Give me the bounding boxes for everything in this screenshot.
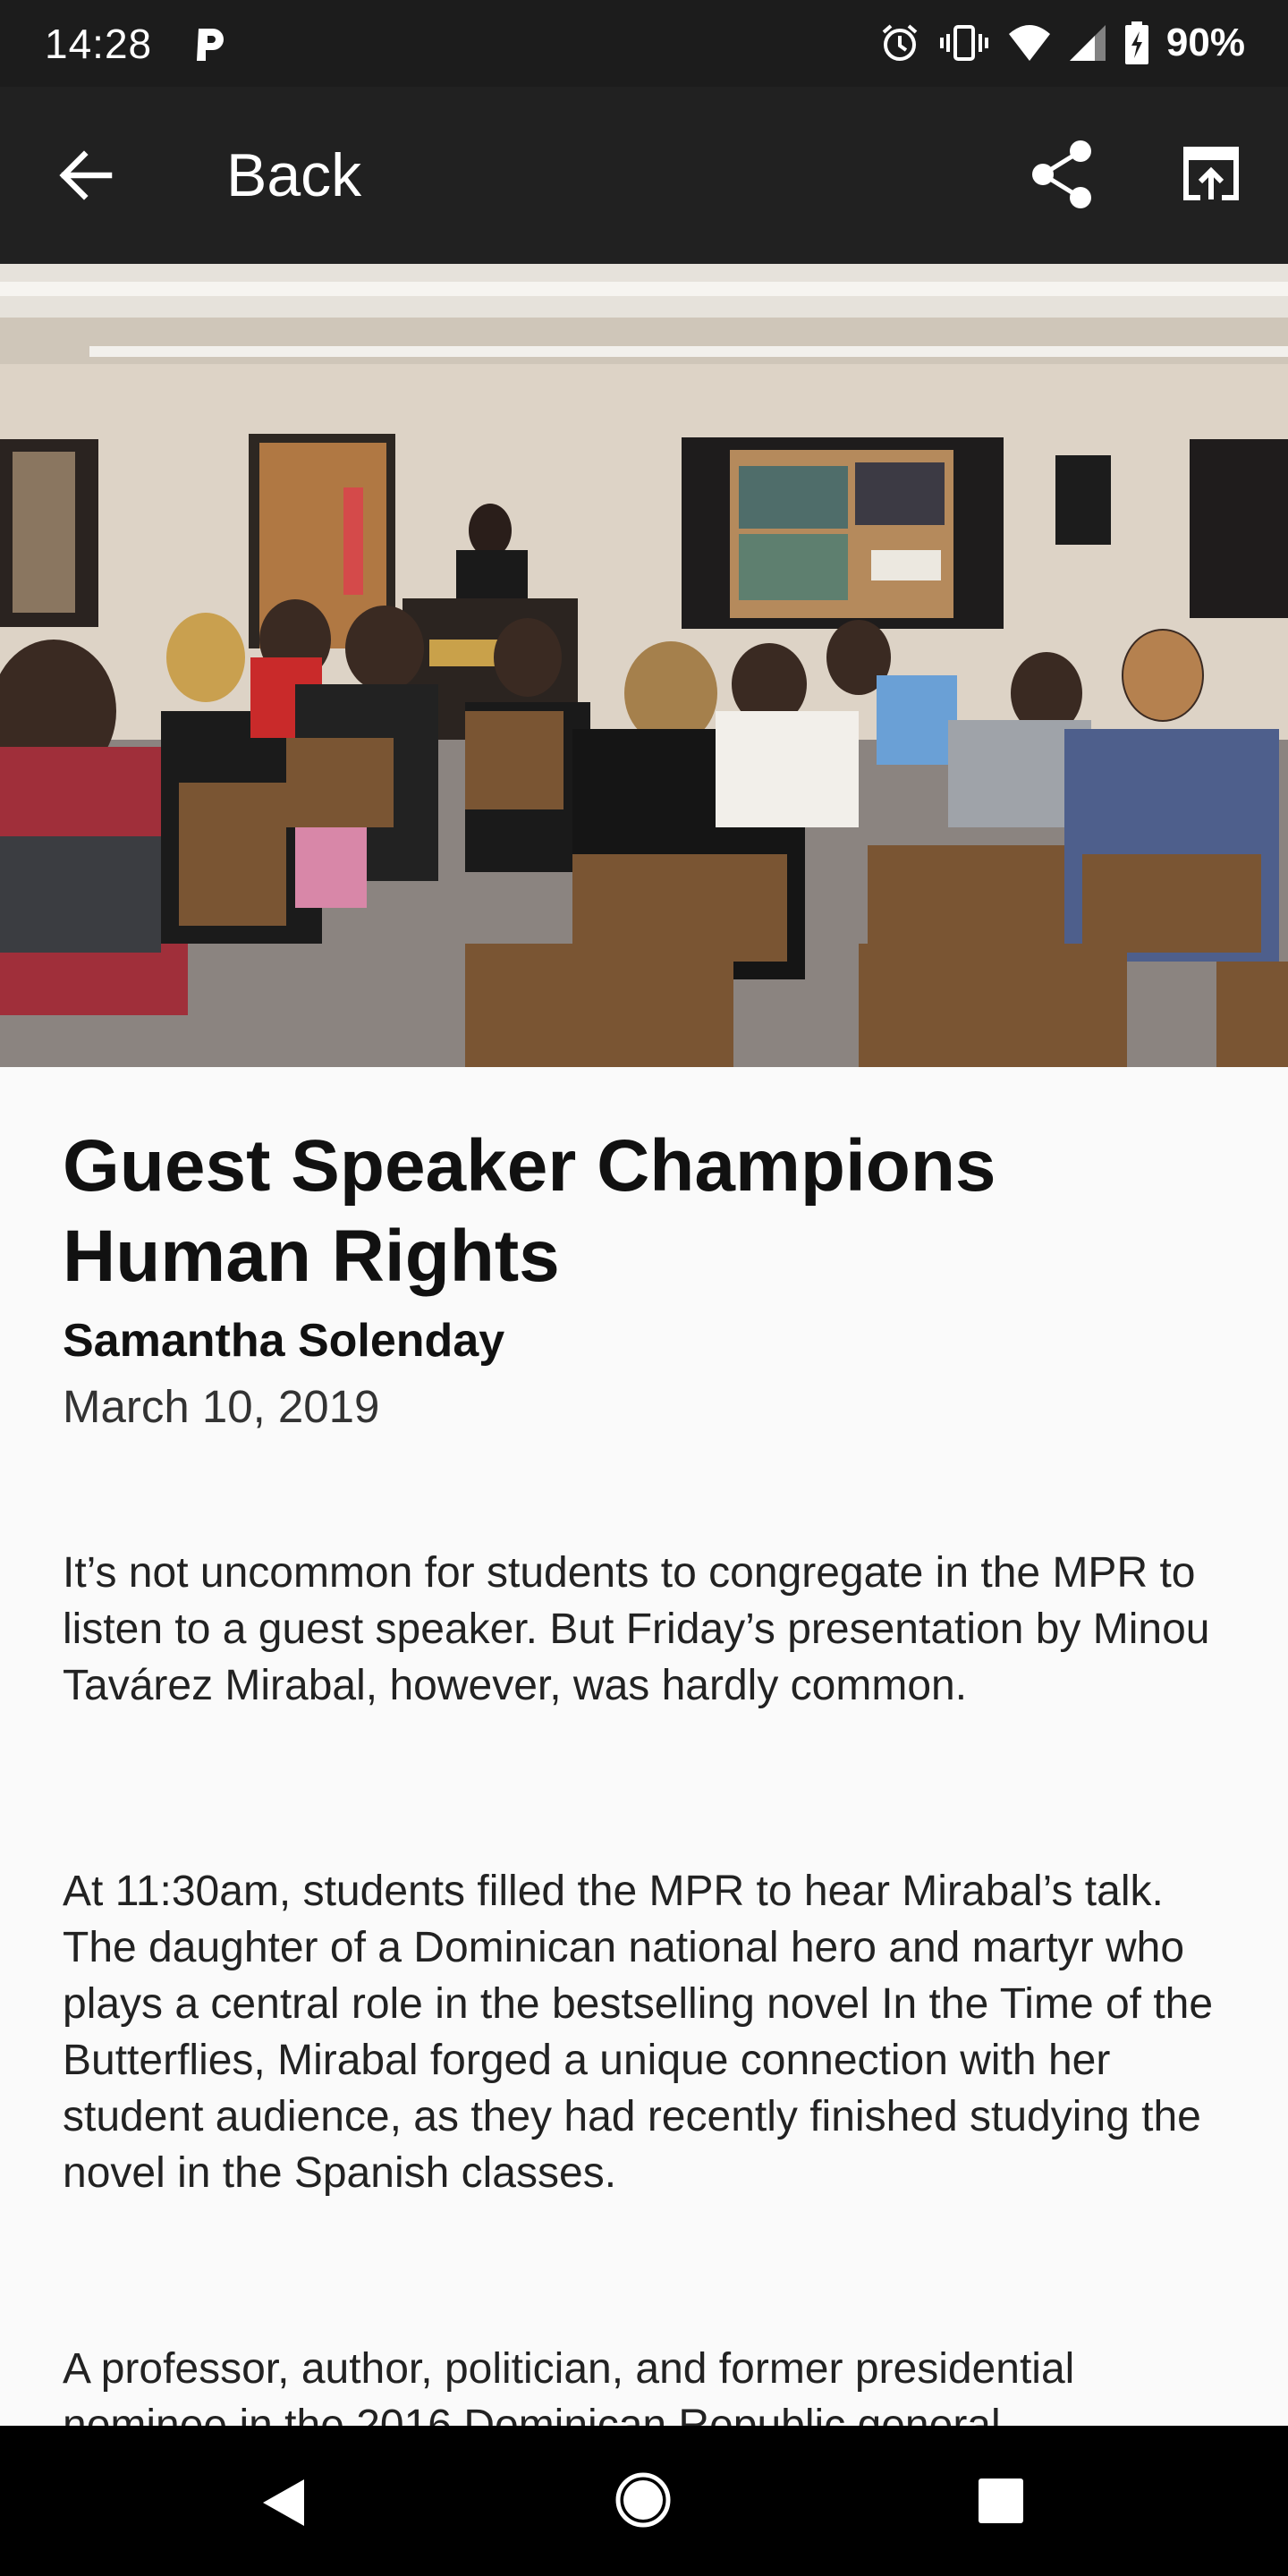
- nav-back-icon[interactable]: [258, 2476, 308, 2529]
- status-bar: 14:28 90%: [0, 0, 1288, 87]
- cell-signal-icon: [1069, 25, 1106, 61]
- article-paragraph: At 11:30am, students filled the MPR to h…: [63, 1868, 1214, 2197]
- photo-lecture-room: [0, 264, 1288, 1067]
- back-arrow-icon[interactable]: [55, 146, 114, 205]
- article-title: Guest Speaker Champions Human Rights: [63, 1125, 996, 1297]
- status-time: 14:28: [45, 21, 153, 67]
- open-in-browser-icon[interactable]: [1179, 142, 1243, 207]
- wifi-icon: [1008, 25, 1050, 61]
- article-paragraph: It’s not uncommon for students to congre…: [63, 1549, 1210, 1709]
- alarm-icon: [882, 24, 918, 61]
- vibrate-icon: [939, 25, 988, 61]
- hero-image: [0, 264, 1288, 1067]
- article-date: March 10, 2019: [63, 1381, 380, 1432]
- article-paragraph: A professor, author, politician, and for…: [63, 2345, 1075, 2426]
- system-nav-bar: [0, 2426, 1288, 2576]
- battery-charging-icon: [1124, 21, 1148, 64]
- share-icon[interactable]: [1030, 139, 1095, 210]
- article-author: Samantha Solenday: [63, 1315, 505, 1367]
- nav-home-icon[interactable]: [614, 2470, 673, 2529]
- battery-percent: 90%: [1165, 21, 1245, 64]
- app-bar: Back: [0, 87, 1288, 264]
- status-icons: 90%: [878, 18, 1245, 68]
- back-button-label[interactable]: Back: [226, 140, 361, 210]
- nav-recents-icon[interactable]: [977, 2477, 1025, 2525]
- parking-p-icon: [197, 29, 224, 61]
- article-content: Guest Speaker Champions Human Rights Sam…: [0, 1067, 1288, 2426]
